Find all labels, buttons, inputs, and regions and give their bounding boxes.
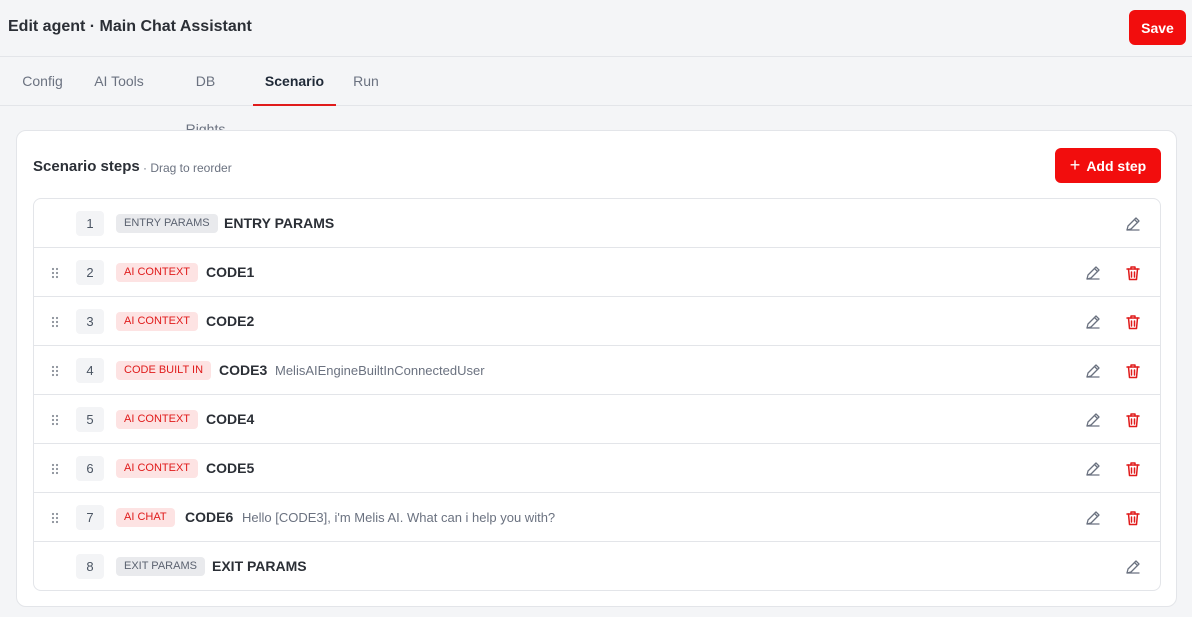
add-step-button[interactable]: + Add step — [1055, 148, 1161, 183]
pencil-icon[interactable] — [1124, 215, 1142, 233]
step-number: 3 — [76, 309, 104, 334]
step-name: CODE4 — [206, 411, 255, 427]
step-name: EXIT PARAMS — [212, 558, 307, 574]
tab-config[interactable]: Config — [22, 57, 63, 105]
pencil-icon[interactable] — [1084, 264, 1102, 282]
save-button[interactable]: Save — [1129, 10, 1186, 45]
step-row: 4 CODE BUILT IN CODE3 MelisAIEngineBuilt… — [34, 346, 1160, 395]
step-row: 8 EXIT PARAMS EXIT PARAMS — [34, 542, 1160, 590]
step-row: 6 AI CONTEXT CODE5 — [34, 444, 1160, 493]
scenario-card: Scenario steps · Drag to reorder + Add s… — [16, 130, 1177, 607]
trash-icon[interactable] — [1124, 460, 1142, 478]
step-number: 2 — [76, 260, 104, 285]
step-type-badge: AI CONTEXT — [116, 312, 199, 331]
step-row: 2 AI CONTEXT CODE1 — [34, 248, 1160, 297]
step-type-badge: EXIT PARAMS — [116, 557, 205, 576]
trash-icon[interactable] — [1124, 411, 1142, 429]
step-number: 8 — [76, 554, 104, 579]
pencil-icon[interactable] — [1084, 509, 1102, 527]
drag-handle-icon[interactable] — [51, 266, 59, 279]
drag-handle-icon[interactable] — [51, 364, 59, 377]
tab-run[interactable]: Run — [353, 57, 379, 105]
tab-db-rights[interactable]: DB Rights — [175, 57, 236, 137]
step-type-badge: AI CONTEXT — [116, 410, 199, 429]
trash-icon[interactable] — [1124, 313, 1142, 331]
page-title: Edit agent · Main Chat Assistant — [8, 18, 252, 35]
add-step-label: Add step — [1086, 157, 1147, 174]
step-type-badge: AI CONTEXT — [116, 459, 199, 478]
step-type-badge: ENTRY PARAMS — [116, 214, 218, 233]
step-name: CODE6 — [185, 509, 234, 525]
pencil-icon[interactable] — [1084, 362, 1102, 380]
step-name: CODE5 — [206, 460, 255, 476]
trash-icon[interactable] — [1124, 264, 1142, 282]
step-row: 7 AI CHAT CODE6 Hello [CODE3], i'm Melis… — [34, 493, 1160, 542]
trash-icon[interactable] — [1124, 509, 1142, 527]
scenario-title: Scenario steps — [33, 158, 140, 175]
pencil-icon[interactable] — [1124, 558, 1142, 576]
step-name: ENTRY PARAMS — [224, 215, 335, 231]
pencil-icon[interactable] — [1084, 460, 1102, 478]
step-number: 5 — [76, 407, 104, 432]
plus-icon: + — [1069, 154, 1081, 175]
top-bar: Edit agent · Main Chat Assistant Save — [0, 0, 1192, 57]
step-row: 3 AI CONTEXT CODE2 — [34, 297, 1160, 346]
step-row: 1 ENTRY PARAMS ENTRY PARAMS — [34, 199, 1160, 248]
step-number: 6 — [76, 456, 104, 481]
step-row: 5 AI CONTEXT CODE4 — [34, 395, 1160, 444]
step-type-badge: AI CONTEXT — [116, 263, 199, 282]
tab-ai-tools[interactable]: AI Tools — [94, 57, 144, 105]
step-name: CODE2 — [206, 313, 255, 329]
step-type-badge: AI CHAT — [116, 508, 175, 527]
step-number: 1 — [76, 211, 104, 236]
pencil-icon[interactable] — [1084, 411, 1102, 429]
step-name: CODE3 — [219, 362, 268, 378]
step-number: 7 — [76, 505, 104, 530]
trash-icon[interactable] — [1124, 362, 1142, 380]
drag-handle-icon[interactable] — [51, 462, 59, 475]
pencil-icon[interactable] — [1084, 313, 1102, 331]
drag-hint: · Drag to reorder — [143, 161, 232, 175]
drag-handle-icon[interactable] — [51, 511, 59, 524]
tab-bar: Config AI Tools DB Rights Scenario Run — [0, 57, 1192, 137]
steps-list: 1 ENTRY PARAMS ENTRY PARAMS 2 AI CONTEXT… — [33, 198, 1161, 591]
tab-scenario[interactable]: Scenario — [253, 57, 336, 106]
step-name: CODE1 — [206, 264, 255, 280]
step-description: Hello [CODE3], i'm Melis AI. What can i … — [242, 510, 556, 525]
step-number: 4 — [76, 358, 104, 383]
drag-handle-icon[interactable] — [51, 315, 59, 328]
step-description: MelisAIEngineBuiltInConnectedUser — [275, 363, 485, 378]
drag-handle-icon[interactable] — [51, 413, 59, 426]
step-type-badge: CODE BUILT IN — [116, 361, 212, 380]
